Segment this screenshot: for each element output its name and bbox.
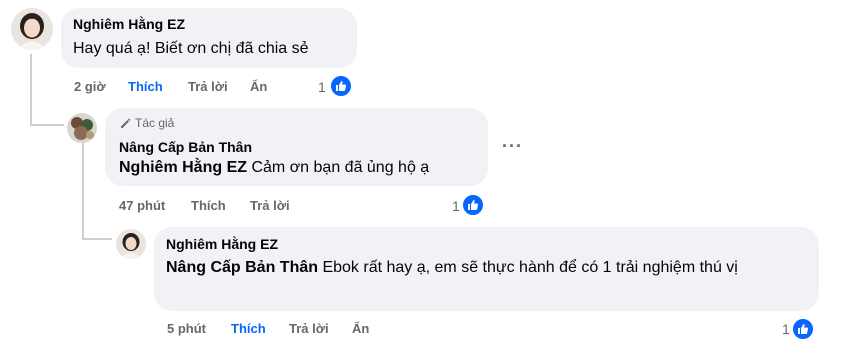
- comment-body: Ebok rất hay ạ, em sẽ thực hành để có 1 …: [318, 259, 738, 276]
- thumbs-up-icon[interactable]: [329, 74, 353, 98]
- mention-tag[interactable]: Nâng Cấp Bản Thân: [166, 259, 318, 276]
- avatar-photo: [11, 8, 53, 50]
- comment-bubble: Tác giả Nâng Cấp Bản Thân Nghiêm Hằng EZ…: [105, 108, 488, 186]
- comment-text: Nâng Cấp Bản Thân Ebok rất hay ạ, em sẽ …: [166, 257, 806, 279]
- comment-body: Cảm ơn bạn đã ủng hộ ạ: [247, 159, 430, 176]
- like-button[interactable]: Thích: [128, 79, 163, 94]
- comment-time[interactable]: 47 phút: [119, 198, 165, 213]
- thread-line: [30, 124, 64, 126]
- comment-text: Hay quá ạ! Biết ơn chị đã chia sẻ: [73, 40, 309, 57]
- comment-time[interactable]: 2 giờ: [74, 79, 106, 94]
- comment-bubble: Nghiêm Hằng EZ Nâng Cấp Bản Thân Ebok rấ…: [154, 227, 819, 311]
- reply-button[interactable]: Trả lời: [250, 198, 290, 213]
- avatar[interactable]: [116, 229, 146, 259]
- comment-author[interactable]: Nghiêm Hằng EZ: [73, 16, 185, 32]
- author-badge: Tác giả: [119, 116, 174, 130]
- comment-text: Nghiêm Hằng EZ Cảm ơn bạn đã ủng hộ ạ: [119, 157, 429, 179]
- hide-button[interactable]: Ẩn: [250, 79, 267, 94]
- mention-tag[interactable]: Nghiêm Hằng EZ: [119, 159, 247, 176]
- comment-bubble: Nghiêm Hằng EZ Hay quá ạ! Biết ơn chị đã…: [61, 8, 357, 68]
- more-icon[interactable]: ···: [502, 136, 523, 157]
- reply-button[interactable]: Trả lời: [289, 321, 329, 336]
- avatar-photo: [67, 113, 97, 143]
- like-button[interactable]: Thích: [231, 321, 266, 336]
- avatar[interactable]: [11, 8, 53, 50]
- comment-author[interactable]: Nghiêm Hằng EZ: [166, 236, 278, 252]
- reaction-count[interactable]: 1: [452, 198, 460, 214]
- pencil-icon: [121, 118, 131, 128]
- reaction-count[interactable]: 1: [318, 79, 326, 95]
- thread-line: [82, 143, 84, 240]
- reaction-count[interactable]: 1: [782, 321, 790, 337]
- thread-line: [82, 238, 112, 240]
- reply-button[interactable]: Trả lời: [188, 79, 228, 94]
- thread-line: [30, 54, 32, 126]
- like-button[interactable]: Thích: [191, 198, 226, 213]
- comment-author[interactable]: Nâng Cấp Bản Thân: [119, 139, 252, 155]
- comment-time[interactable]: 5 phút: [167, 321, 206, 336]
- thumbs-up-icon[interactable]: [461, 193, 485, 217]
- author-badge-label: Tác giả: [135, 116, 175, 130]
- hide-button[interactable]: Ẩn: [352, 321, 369, 336]
- thumbs-up-icon[interactable]: [791, 317, 815, 341]
- avatar[interactable]: [67, 113, 97, 143]
- avatar-photo: [116, 229, 146, 259]
